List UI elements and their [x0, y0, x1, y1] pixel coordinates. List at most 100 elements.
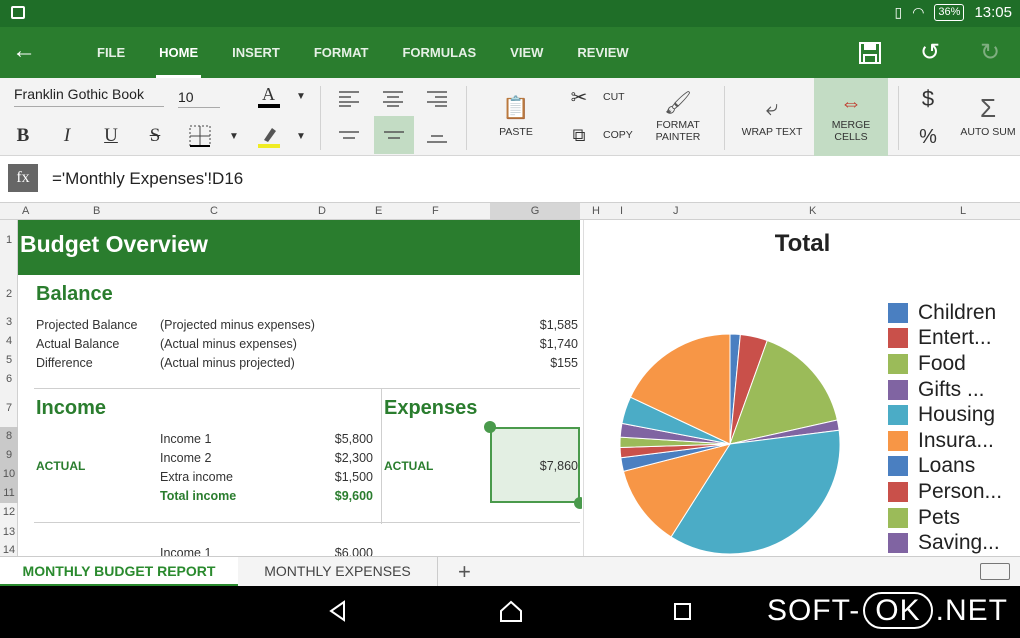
column-header[interactable]: E — [375, 205, 382, 217]
tab-format[interactable]: FORMAT — [297, 27, 386, 78]
format-painter-button[interactable]: 🖌 FORMAT PAINTER — [646, 78, 710, 156]
keyboard-icon[interactable] — [980, 563, 1010, 580]
paste-button[interactable]: 📋 PASTE — [486, 78, 546, 156]
tab-view[interactable]: VIEW — [493, 27, 560, 78]
column-header[interactable]: C — [210, 205, 218, 217]
align-bottom-right-icon[interactable] — [422, 122, 452, 156]
chevron-down-icon[interactable]: ▼ — [293, 88, 309, 104]
selection-handle[interactable] — [574, 497, 582, 509]
legend-item: Entert... — [888, 326, 1002, 352]
spreadsheet-grid[interactable]: Budget Overview Balance Projected Balanc… — [18, 220, 582, 556]
row-header[interactable]: 2 — [0, 288, 18, 300]
add-sheet-button[interactable]: + — [458, 557, 471, 587]
balance-value: $1,740 — [539, 337, 578, 351]
redo-icon[interactable]: ↻ — [960, 27, 1020, 78]
income-value: $1,500 — [334, 470, 373, 484]
column-header[interactable]: B — [93, 205, 100, 217]
income-value: $2,300 — [334, 451, 373, 465]
font-name-select[interactable]: Franklin Gothic Book — [14, 86, 164, 107]
back-icon[interactable] — [328, 600, 348, 628]
italic-button[interactable]: I — [54, 122, 80, 150]
tab-review[interactable]: REVIEW — [560, 27, 645, 78]
cut-button[interactable]: CUT — [603, 91, 625, 103]
align-center-top-icon[interactable] — [378, 84, 408, 114]
align-bottom-left-icon[interactable] — [334, 118, 364, 152]
legend-item: Food — [888, 351, 1002, 377]
font-color-icon[interactable]: A — [255, 82, 283, 110]
row-header[interactable]: 5 — [0, 354, 18, 366]
align-left-top-icon[interactable] — [334, 84, 364, 114]
formula-input[interactable]: ='Monthly Expenses'!D16 — [52, 169, 243, 189]
tab-formulas[interactable]: FORMULAS — [385, 27, 493, 78]
balance-label: Difference — [36, 356, 93, 370]
balance-desc: (Projected minus expenses) — [160, 318, 315, 332]
legend-label: Housing — [918, 403, 996, 427]
column-header[interactable]: H — [592, 205, 600, 217]
row-header[interactable]: 3 — [0, 316, 18, 328]
column-header[interactable]: A — [22, 205, 29, 217]
borders-icon[interactable] — [186, 122, 214, 150]
copy-button[interactable]: COPY — [603, 129, 633, 141]
row-header-selected[interactable]: 9 — [0, 446, 18, 465]
scissors-icon[interactable]: ✂ — [568, 86, 590, 109]
undo-icon[interactable]: ↺ — [900, 27, 960, 78]
column-header[interactable]: L — [960, 205, 966, 217]
row-header[interactable]: 1 — [0, 234, 18, 246]
font-size-select[interactable]: 10 — [178, 89, 220, 108]
balance-desc: (Actual minus expenses) — [160, 337, 297, 351]
wrap-text-button[interactable]: ⤶ WRAP TEXT — [736, 78, 808, 156]
sheet-tab-monthly-expenses[interactable]: MONTHLY EXPENSES — [238, 557, 438, 587]
legend-swatch — [888, 456, 908, 477]
chevron-down-icon[interactable]: ▼ — [226, 128, 242, 144]
row-header[interactable]: 7 — [0, 402, 18, 414]
sheet-tab-monthly-budget-report[interactable]: MONTHLY BUDGET REPORT — [0, 557, 238, 587]
pie-chart[interactable]: Total Children Entert... Food Gifts ... Hous… — [583, 220, 1020, 556]
row-header[interactable]: 14 — [0, 544, 18, 556]
align-right-top-icon[interactable] — [422, 84, 452, 114]
income-label: Income 1 — [160, 546, 212, 556]
tab-home[interactable]: HOME — [142, 27, 215, 78]
row-header[interactable]: 13 — [0, 526, 18, 538]
align-center-icon[interactable] — [374, 116, 414, 154]
recents-icon[interactable] — [673, 600, 693, 628]
legend-swatch — [888, 302, 908, 323]
save-icon[interactable] — [840, 27, 900, 78]
column-header[interactable]: K — [809, 205, 816, 217]
clipboard-icon: 📋 — [502, 95, 530, 120]
wrap-text-icon: ⤶ — [765, 95, 779, 120]
row-header-selected[interactable]: 11 — [0, 484, 18, 503]
chevron-down-icon[interactable]: ▼ — [293, 128, 309, 144]
row-header[interactable]: 12 — [0, 506, 18, 518]
selection-handle[interactable] — [484, 421, 496, 433]
copy-icon[interactable]: ⧉ — [568, 124, 590, 146]
merge-cells-button[interactable]: ⇔ MERGE CELLS — [814, 78, 888, 156]
back-arrow-icon[interactable]: ← — [12, 39, 36, 63]
row-header-selected[interactable]: 10 — [0, 465, 18, 484]
vibrate-icon: ▯ — [894, 4, 903, 20]
percent-button[interactable]: % — [914, 122, 942, 152]
column-header-selected[interactable]: G — [490, 203, 580, 219]
battery-indicator: 36% — [934, 4, 965, 21]
function-icon[interactable]: fx — [8, 164, 38, 192]
legend-label: Insura... — [918, 428, 994, 452]
column-header[interactable]: F — [432, 205, 439, 217]
legend-swatch — [888, 328, 908, 349]
column-header[interactable]: I — [620, 205, 623, 217]
highlight-icon[interactable] — [255, 122, 283, 150]
auto-sum-button[interactable]: Σ AUTO SUM — [956, 78, 1020, 156]
tab-file[interactable]: FILE — [80, 27, 142, 78]
column-header[interactable]: J — [673, 205, 679, 217]
home-icon[interactable] — [499, 600, 523, 628]
row-header-selected[interactable]: 8 — [0, 427, 18, 446]
row-header[interactable]: 4 — [0, 335, 18, 347]
column-header[interactable]: D — [318, 205, 326, 217]
legend-swatch — [888, 405, 908, 426]
tab-insert[interactable]: INSERT — [215, 27, 297, 78]
underline-button[interactable]: U — [98, 122, 124, 150]
legend-swatch — [888, 353, 908, 374]
strikethrough-button[interactable]: S — [142, 122, 168, 150]
currency-button[interactable]: $ — [914, 84, 942, 114]
row-header[interactable]: 6 — [0, 373, 18, 385]
wifi-icon: ◠ — [912, 4, 925, 20]
bold-button[interactable]: B — [10, 122, 36, 150]
